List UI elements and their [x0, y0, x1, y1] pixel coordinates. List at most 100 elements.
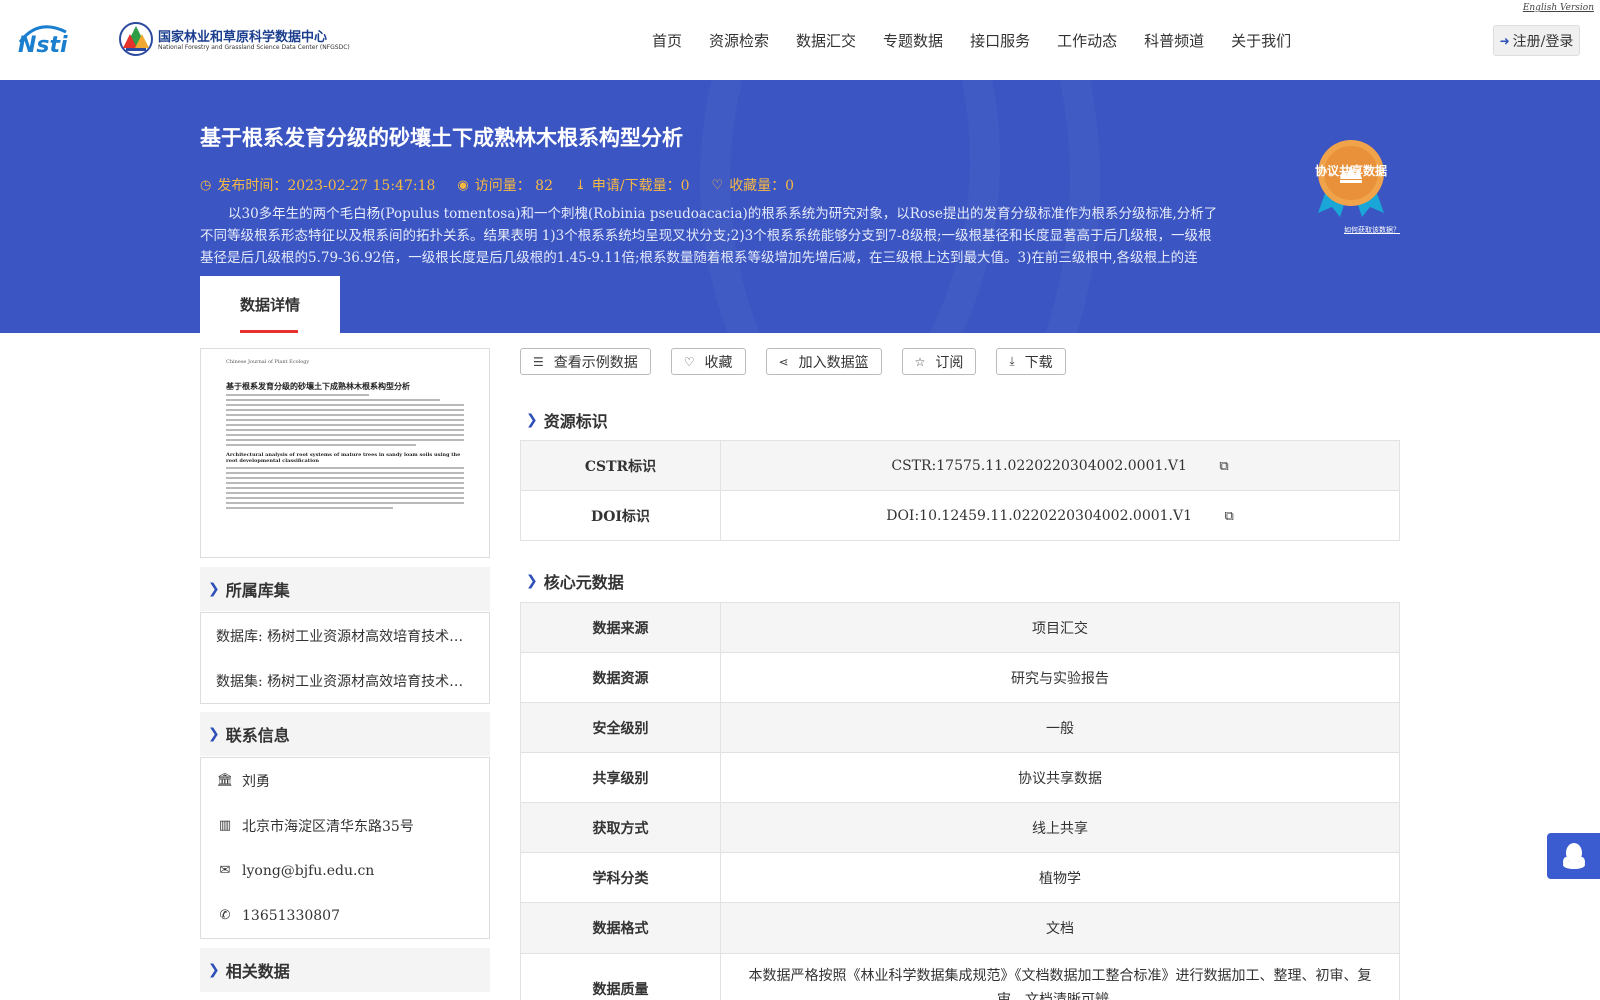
nav-topic-data[interactable]: 专题数据 — [883, 30, 943, 51]
qq-penguin-icon — [1562, 843, 1585, 869]
download-count: ⤓ 申请/下载量：0 — [575, 175, 690, 195]
metadata-key: 数据来源 — [520, 602, 721, 653]
contact-name-row: 🏛 刘勇 — [201, 758, 489, 803]
dataset-abstract: 以30多年生的两个毛白杨(Populus tomentosa)和一个刺槐(Rob… — [200, 206, 1218, 266]
nav-resource-search[interactable]: 资源检索 — [709, 30, 769, 51]
database-link[interactable]: 数据库: 杨树工业资源材高效培育技术… — [201, 613, 489, 658]
how-to-get-data-link[interactable]: 如何获取该数据？ — [1344, 225, 1400, 235]
copy-icon[interactable]: ⧉ — [1224, 509, 1233, 524]
download-icon: ⤓ — [575, 177, 586, 193]
share-icon: ⋖ — [778, 354, 789, 369]
nav-about-us[interactable]: 关于我们 — [1231, 30, 1291, 51]
dataset-name: 数据集: 杨树工业资源材高效培育技术… — [216, 673, 464, 690]
paper-journal: Chinese Journal of Plant Ecology — [226, 359, 310, 365]
dataset-title: 基于根系发育分级的砂壤土下成熟林木根系构型分析 — [200, 125, 683, 150]
nav-science-channel[interactable]: 科普频道 — [1144, 30, 1204, 51]
favorite-button[interactable]: ♡ 收藏 — [670, 348, 746, 375]
contact-email-row: ✉ lyong@bjfu.edu.cn — [201, 848, 489, 893]
download-button[interactable]: ⤓ 下载 — [996, 348, 1066, 375]
top-header: English Version Nsti 国家林业和草原科学数据中心 Natio… — [0, 0, 1600, 80]
paper-line — [226, 467, 464, 469]
collection-section-header: ❯ 所属库集 — [200, 567, 490, 611]
table-row: 共享级别 协议共享数据 — [520, 752, 1400, 803]
metadata-value: 项目汇交 — [720, 602, 1400, 653]
favorite-count: ♡ 收藏量：0 — [712, 175, 795, 195]
paper-line — [226, 497, 464, 499]
heart-icon: ♡ — [683, 354, 695, 369]
contact-email[interactable]: lyong@bjfu.edu.cn — [242, 863, 374, 879]
share-level-badge: 协议共享数据 — [1310, 135, 1392, 217]
contact-phone: 13651330807 — [242, 907, 340, 924]
paper-line — [226, 507, 393, 509]
favorite-count-text: 收藏量：0 — [729, 178, 795, 194]
sign-in-icon: ➜ — [1499, 33, 1510, 48]
paper-en-title: Architectural analysis of root systems o… — [226, 452, 461, 464]
view-sample-data-label: 查看示例数据 — [553, 354, 638, 371]
paper-title: 基于根系发育分级的砂壤土下成熟林木根系构型分析 — [226, 381, 410, 391]
nav-api-service[interactable]: 接口服务 — [970, 30, 1030, 51]
metadata-key: 安全级别 — [520, 702, 721, 753]
resource-id-title-text: 资源标识 — [543, 412, 608, 431]
metadata-value: 本数据严格按照《林业科学数据集成规范》《文档数据加工整合标准》进行数据加工、整理… — [720, 953, 1400, 1000]
metadata-value: 文档 — [720, 902, 1400, 954]
publish-time-text: 发布时间：2023-02-27 15:47:18 — [217, 178, 436, 194]
institution-icon: 🏛 — [216, 773, 234, 788]
active-tab-indicator — [240, 330, 298, 333]
add-to-basket-button[interactable]: ⋖ 加入数据篮 — [765, 348, 882, 375]
english-version-link[interactable]: English Version — [1523, 3, 1594, 13]
chevron-right-icon: ❯ — [208, 726, 220, 742]
paper-line — [226, 439, 464, 441]
paper-line — [226, 487, 464, 489]
paper-line — [226, 409, 464, 411]
nfgsdc-emblem-icon — [119, 22, 153, 56]
visit-count: ◉ 访问量： 82 — [457, 175, 553, 195]
contact-section-header: ❯ 联系信息 — [200, 712, 490, 756]
login-register-button[interactable]: ➜ 注册/登录 — [1493, 25, 1580, 56]
nav-data-submission[interactable]: 数据汇交 — [796, 30, 856, 51]
envelope-icon: ✉ — [219, 863, 231, 878]
nfgsdc-logo[interactable]: 国家林业和草原科学数据中心 National Forestry and Gras… — [118, 20, 350, 60]
paper-line — [226, 477, 464, 479]
nfgsdc-name-en: National Forestry and Grassland Science … — [158, 44, 350, 51]
copy-icon[interactable]: ⧉ — [1219, 459, 1228, 474]
online-chat-button[interactable] — [1547, 833, 1600, 879]
nav-work-news[interactable]: 工作动态 — [1057, 30, 1117, 51]
subscribe-label: 订阅 — [935, 354, 964, 371]
cstr-value: CSTR:17575.11.0220220304002.0001.V1 — [891, 457, 1187, 474]
paper-line — [226, 414, 464, 416]
dataset-meta: ◷ 发布时间：2023-02-27 15:47:18 ◉ 访问量： 82 ⤓ 申… — [200, 175, 816, 195]
doi-key: DOI标识 — [520, 490, 721, 541]
dataset-link[interactable]: 数据集: 杨树工业资源材高效培育技术… — [201, 658, 489, 703]
database-name: 数据库: 杨树工业资源材高效培育技术… — [216, 628, 464, 645]
resource-id-title: ❯ 资源标识 — [526, 408, 608, 432]
metadata-value: 一般 — [720, 702, 1400, 753]
contact-info: 🏛 刘勇 ▥ 北京市海淀区清华东路35号 ✉ lyong@bjfu.edu.cn… — [200, 757, 490, 939]
nav-home[interactable]: 首页 — [652, 30, 682, 51]
paper-line — [226, 419, 464, 421]
metadata-value: 植物学 — [720, 852, 1400, 903]
table-row: 数据资源 研究与实验报告 — [520, 652, 1400, 703]
contact-address-row: ▥ 北京市海淀区清华东路35号 — [201, 803, 489, 848]
paper-line — [226, 394, 369, 396]
table-row: 数据来源 项目汇交 — [520, 602, 1400, 653]
chevron-right-icon: ❯ — [208, 962, 220, 978]
table-row: 学科分类 植物学 — [520, 852, 1400, 903]
database-icon: ☰ — [533, 354, 544, 369]
subscribe-button[interactable]: ☆ 订阅 — [901, 348, 977, 375]
nsti-logo[interactable]: Nsti — [18, 22, 96, 58]
chevron-right-icon: ❯ — [526, 412, 538, 428]
related-data-section-header: ❯ 相关数据 — [200, 948, 490, 992]
paper-line — [226, 472, 464, 474]
phone-icon: ✆ — [219, 908, 231, 923]
chevron-right-icon: ❯ — [208, 581, 220, 597]
star-icon: ☆ — [914, 354, 926, 369]
contact-phone-row: ✆ 13651330807 — [201, 893, 489, 938]
view-sample-data-button[interactable]: ☰ 查看示例数据 — [520, 348, 651, 375]
table-row: 获取方式 线上共享 — [520, 802, 1400, 853]
metadata-key: 学科分类 — [520, 852, 721, 903]
core-metadata-title: ❯ 核心元数据 — [526, 569, 624, 593]
tab-data-detail[interactable]: 数据详情 — [200, 276, 340, 333]
paper-line — [226, 444, 417, 446]
paper-line — [226, 424, 464, 426]
document-thumbnail[interactable]: Chinese Journal of Plant Ecology 基于根系发育分… — [200, 348, 490, 558]
